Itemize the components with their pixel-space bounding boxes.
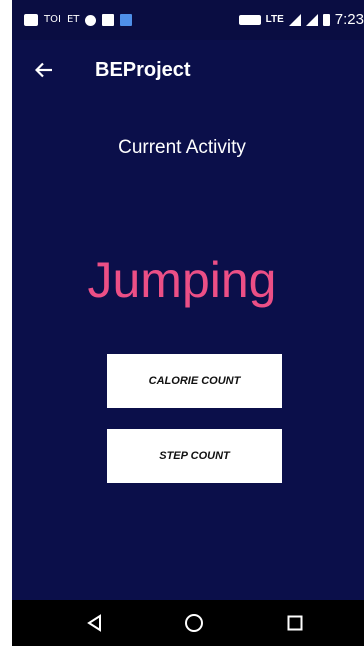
nav-home-button[interactable]	[179, 608, 209, 638]
current-activity-label: Current Activity	[118, 137, 246, 158]
circle-home-icon	[185, 614, 203, 632]
status-bar: TOI ET LTE 7:23	[12, 0, 364, 40]
activity-value: Jumping	[87, 252, 277, 308]
network-type: LTE	[265, 14, 284, 25]
app-notification-icon	[85, 14, 97, 26]
calorie-count-button[interactable]: CALORIE COUNT	[107, 354, 282, 408]
signal-2-icon	[305, 14, 318, 26]
message-icon	[24, 14, 38, 26]
navigation-bar	[12, 600, 364, 646]
square-recents-icon	[287, 615, 303, 631]
et-notification-text: ET	[66, 14, 80, 25]
triangle-back-icon	[87, 614, 101, 632]
app-title: BEProject	[95, 59, 191, 81]
app-bar: BEProject	[12, 40, 364, 100]
notification-icons: TOI ET	[24, 12, 133, 28]
app-screen: TOI ET LTE 7:23 BEProject	[12, 0, 364, 646]
toi-notification-text: TOI	[44, 14, 61, 25]
back-button[interactable]	[26, 52, 62, 88]
app-notification-blue-icon	[120, 14, 133, 26]
volte-icon	[238, 15, 261, 25]
battery-icon	[322, 14, 330, 26]
step-count-button[interactable]: STEP COUNT	[107, 429, 282, 483]
gallery-icon	[102, 14, 115, 26]
nav-recents-button[interactable]	[280, 608, 310, 638]
arrow-left-icon	[35, 62, 52, 78]
clock: 7:23	[334, 11, 364, 28]
system-status-icons: LTE 7:23	[238, 11, 364, 28]
signal-icon	[288, 14, 301, 26]
nav-back-button[interactable]	[80, 608, 110, 638]
